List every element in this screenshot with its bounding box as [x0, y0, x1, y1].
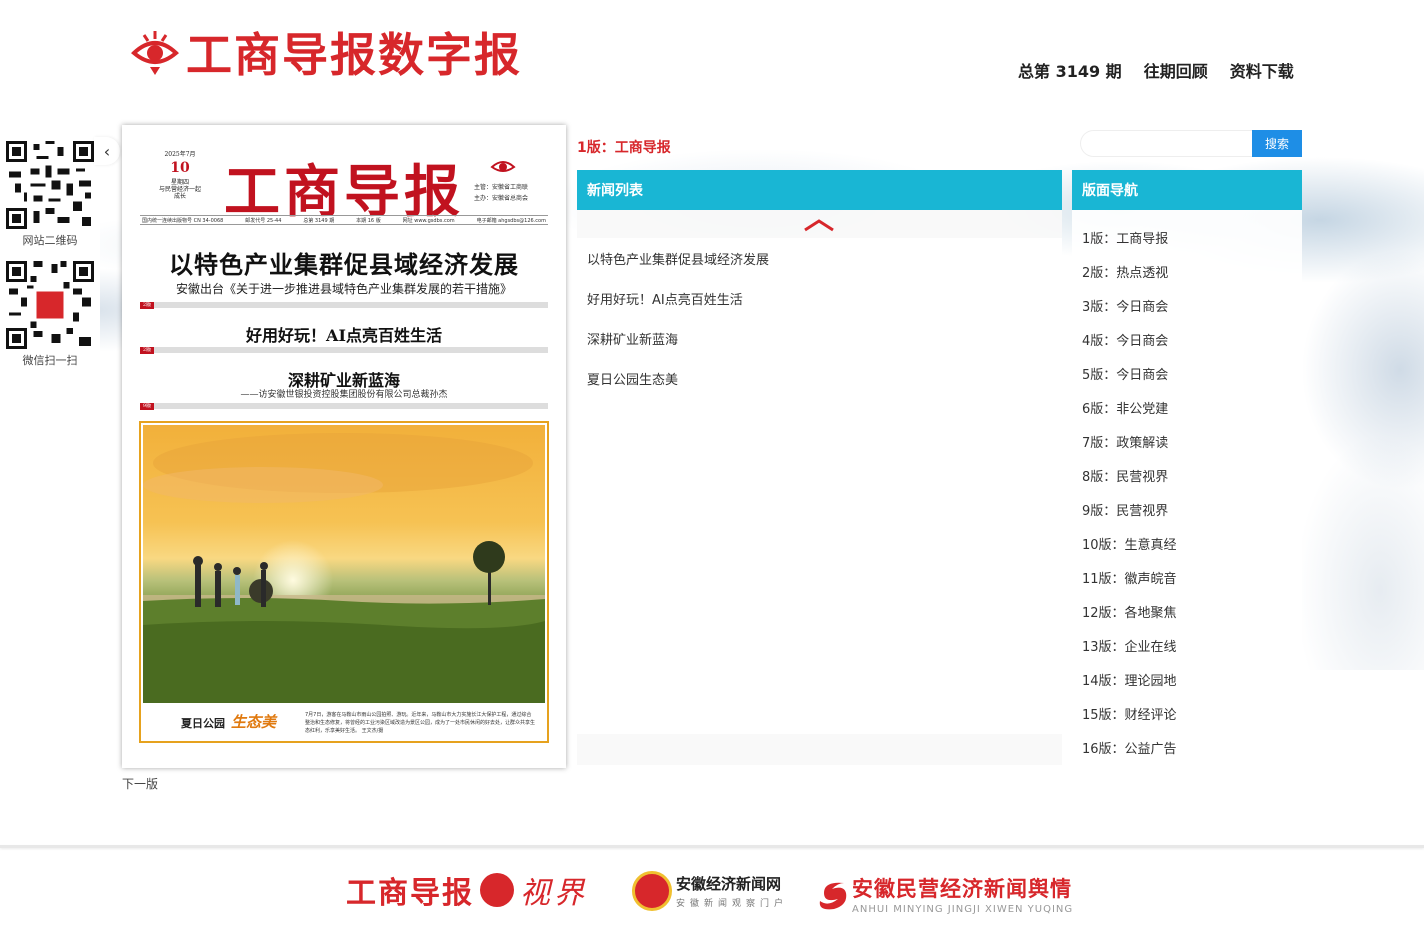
footer-logo-shijie-script: 视界 [520, 876, 588, 911]
page-nav-item-2[interactable]: 2版：热点透视 [1072, 254, 1302, 288]
news-item-3[interactable]: 深耕矿业新蓝海 [577, 318, 1062, 358]
qr-side-panel: 网站二维码 微信扫一扫 [0, 137, 100, 373]
paper-headline[interactable]: 以特色产业集群促县域经济发展 [140, 245, 548, 280]
page-nav-list: 1版：工商导报 2版：热点透视 3版：今日商会 4版：今日商会 5版：今日商会 … [1072, 210, 1302, 764]
paper-day: 10 [170, 160, 190, 177]
paper-headline-2[interactable]: 好用好玩！AI点亮百姓生活 [140, 322, 548, 346]
page-nav-item-12[interactable]: 12版：各地聚焦 [1072, 594, 1302, 628]
paper-strip-item: 邮发代号 25-44 [245, 217, 282, 224]
news-list-panel: 新闻列表 以特色产业集群促县域经济发展 好用好玩！AI点亮百姓生活 深耕矿业新蓝… [577, 170, 1062, 765]
paper-motto: 与民营经济一起成长 [158, 186, 201, 201]
site-qr-block: 网站二维码 [6, 141, 94, 248]
footer-logo-shijie[interactable]: 工商导报 视界 [346, 868, 588, 912]
paper-org-info: 主管：安徽省工商联 主办：安徽省总商会 [474, 183, 528, 205]
paper-org-line: 主办：安徽省总商会 [474, 194, 529, 202]
page-nav-panel: 版面导航 1版：工商导报 2版：热点透视 3版：今日商会 4版：今日商会 5版：… [1072, 170, 1302, 760]
page-nav-item-14[interactable]: 14版：理论园地 [1072, 662, 1302, 696]
paper-eye-emblem-icon [490, 161, 516, 172]
paper-weekday: 星期四 [170, 178, 189, 186]
news-item-4[interactable]: 夏日公园生态美 [577, 358, 1062, 398]
photo-credit: 王文杰/摄 [361, 728, 384, 734]
issue-number-link[interactable]: 总第 3149 期 [1018, 58, 1122, 82]
footer-logo-yuqing-sub: ANHUI MINYING JINGJI XIWEN YUQING [852, 904, 1074, 915]
site-logo[interactable]: 工商导报数字报 [130, 22, 522, 82]
paper-strip-item: 总第 3149 期 [303, 217, 335, 224]
footer-swirl-icon [819, 882, 847, 910]
downloads-link[interactable]: 资料下载 [1230, 58, 1294, 82]
wechat-qr-block: 微信扫一扫 [6, 261, 94, 368]
current-page-label: 1版：工商导报 [577, 140, 671, 156]
page-nav-item-7[interactable]: 7版：政策解读 [1072, 424, 1302, 458]
paper-page-tag: 2版 [140, 302, 154, 309]
paper-strip-item: 本期 16 版 [356, 217, 381, 224]
next-page-link[interactable]: 下一版 [122, 775, 158, 792]
paper-strip-item: 网址 www.gsdbs.com [402, 217, 455, 224]
footer-logo-shijie-text: 工商导报 [346, 876, 474, 911]
paper-org-line: 主管：安徽省工商联 [474, 184, 529, 191]
footer-logo-econ-sub: 安徽新闻观察门户 [676, 899, 789, 909]
past-issues-link[interactable]: 往期回顾 [1144, 58, 1208, 82]
paper-date-block: 2025年7月 10 星期四 与民营经济一起成长 [158, 151, 202, 201]
page-nav-item-16[interactable]: 16版：公益广告 [1072, 730, 1302, 764]
news-item-1[interactable]: 以特色产业集群促县域经济发展 [577, 238, 1062, 278]
footer-divider [0, 845, 1424, 848]
news-list-header: 新闻列表 [577, 170, 1062, 210]
footer-logo-econ-news[interactable]: 安徽经济新闻网 安徽新闻观察门户 [632, 871, 788, 911]
sunset-park-photo [143, 425, 545, 703]
photo-scene-icon [143, 433, 545, 703]
search-input[interactable] [1080, 130, 1252, 157]
top-nav: 总第 3149 期 往期回顾 资料下载 [1018, 58, 1294, 82]
page-nav-item-5[interactable]: 5版：今日商会 [1072, 356, 1302, 390]
page-nav-item-3[interactable]: 3版：今日商会 [1072, 288, 1302, 322]
footer-seal-icon [480, 873, 514, 907]
paper-photo-frame[interactable]: 夏日公园 生态美 7月7日，游客在马鞍山市雨山公园拍照、游玩。近年来，马鞍山市大… [139, 421, 549, 743]
search-bar: 搜索 [1080, 130, 1302, 157]
page-nav-item-8[interactable]: 8版：民营视界 [1072, 458, 1302, 492]
page-nav-item-9[interactable]: 9版：民营视界 [1072, 492, 1302, 526]
page-nav-item-4[interactable]: 4版：今日商会 [1072, 322, 1302, 356]
qr-collapse-chevron-icon[interactable]: ‹ [94, 137, 120, 165]
photo-caption-art: 生态美 [231, 713, 277, 731]
footer-logo-yuqing[interactable]: 安徽民营经济新闻舆情 ANHUI MINYING JINGJI XIWEN YU… [816, 873, 1073, 915]
paper-divider [140, 403, 548, 409]
page-nav-item-1[interactable]: 1版：工商导报 [1072, 220, 1302, 254]
paper-divider [140, 302, 548, 308]
paper-page-tag: 9版 [140, 403, 154, 410]
page-nav-item-6[interactable]: 6版：非公党建 [1072, 390, 1302, 424]
paper-date-line: 2025年7月 [164, 151, 196, 158]
page-nav-item-13[interactable]: 13版：企业在线 [1072, 628, 1302, 662]
eye-logo-icon [131, 31, 179, 75]
paper-strip-item: 电子邮箱 ahgsdbs@126.com [476, 217, 546, 224]
photo-caption-text: 7月7日，游客在马鞍山市雨山公园拍照、游玩。近年来，马鞍山市大力实施长江大保护工… [305, 711, 535, 735]
wechat-qr-label: 微信扫一扫 [22, 354, 78, 367]
newspaper-page-preview[interactable]: 2025年7月 10 星期四 与民营经济一起成长 工商导报 主管：安徽省工商联 … [122, 125, 566, 768]
news-item-2[interactable]: 好用好玩！AI点亮百姓生活 [577, 278, 1062, 318]
paper-strip-item: 国内统一连续出版物号 CN 34-0068 [142, 217, 224, 224]
page-nav-item-11[interactable]: 11版：徽声皖音 [1072, 560, 1302, 594]
paper-page-tag: 2版 [140, 347, 154, 354]
paper-headline-sub: 安徽出台《关于进一步推进县域特色产业集群发展的若干措施》 [175, 282, 512, 296]
footer-logo-yuqing-text: 安徽民营经济新闻舆情 ANHUI MINYING JINGJI XIWEN YU… [852, 873, 1073, 915]
paper-divider [140, 347, 548, 353]
photo-caption-body: 7月7日，游客在马鞍山市雨山公园拍照、游玩。近年来，马鞍山市大力实施长江大保护工… [305, 712, 536, 734]
site-logo-text: 工商导报数字报 [186, 28, 522, 82]
footer-emblem-icon [632, 871, 672, 911]
search-button[interactable]: 搜索 [1252, 130, 1302, 157]
photo-caption: 夏日公园 [181, 717, 225, 730]
page-nav-header: 版面导航 [1072, 170, 1302, 210]
footer-logo-econ-main: 安徽经济新闻网 [676, 875, 782, 893]
footer-logo-econ-text: 安徽经济新闻网 安徽新闻观察门户 [676, 873, 788, 909]
paper-info-strip: 国内统一连续出版物号 CN 34-0068 邮发代号 25-44 总第 3149… [140, 215, 548, 225]
site-qr-label: 网站二维码 [22, 234, 78, 247]
wechat-qr-code-icon [6, 261, 94, 349]
paper-headline-3-sub: ——访安徽世银投资控股集团股份有限公司总裁孙杰 [240, 390, 448, 400]
page-nav-item-10[interactable]: 10版：生意真经 [1072, 526, 1302, 560]
news-list: 以特色产业集群促县域经济发展 好用好玩！AI点亮百姓生活 深耕矿业新蓝海 夏日公… [577, 238, 1062, 734]
footer-logo-yuqing-main: 安徽民营经济新闻舆情 [852, 877, 1072, 901]
site-qr-code-icon [6, 141, 94, 229]
page-nav-item-15[interactable]: 15版：财经评论 [1072, 696, 1302, 730]
chevron-up-icon[interactable] [803, 218, 835, 232]
